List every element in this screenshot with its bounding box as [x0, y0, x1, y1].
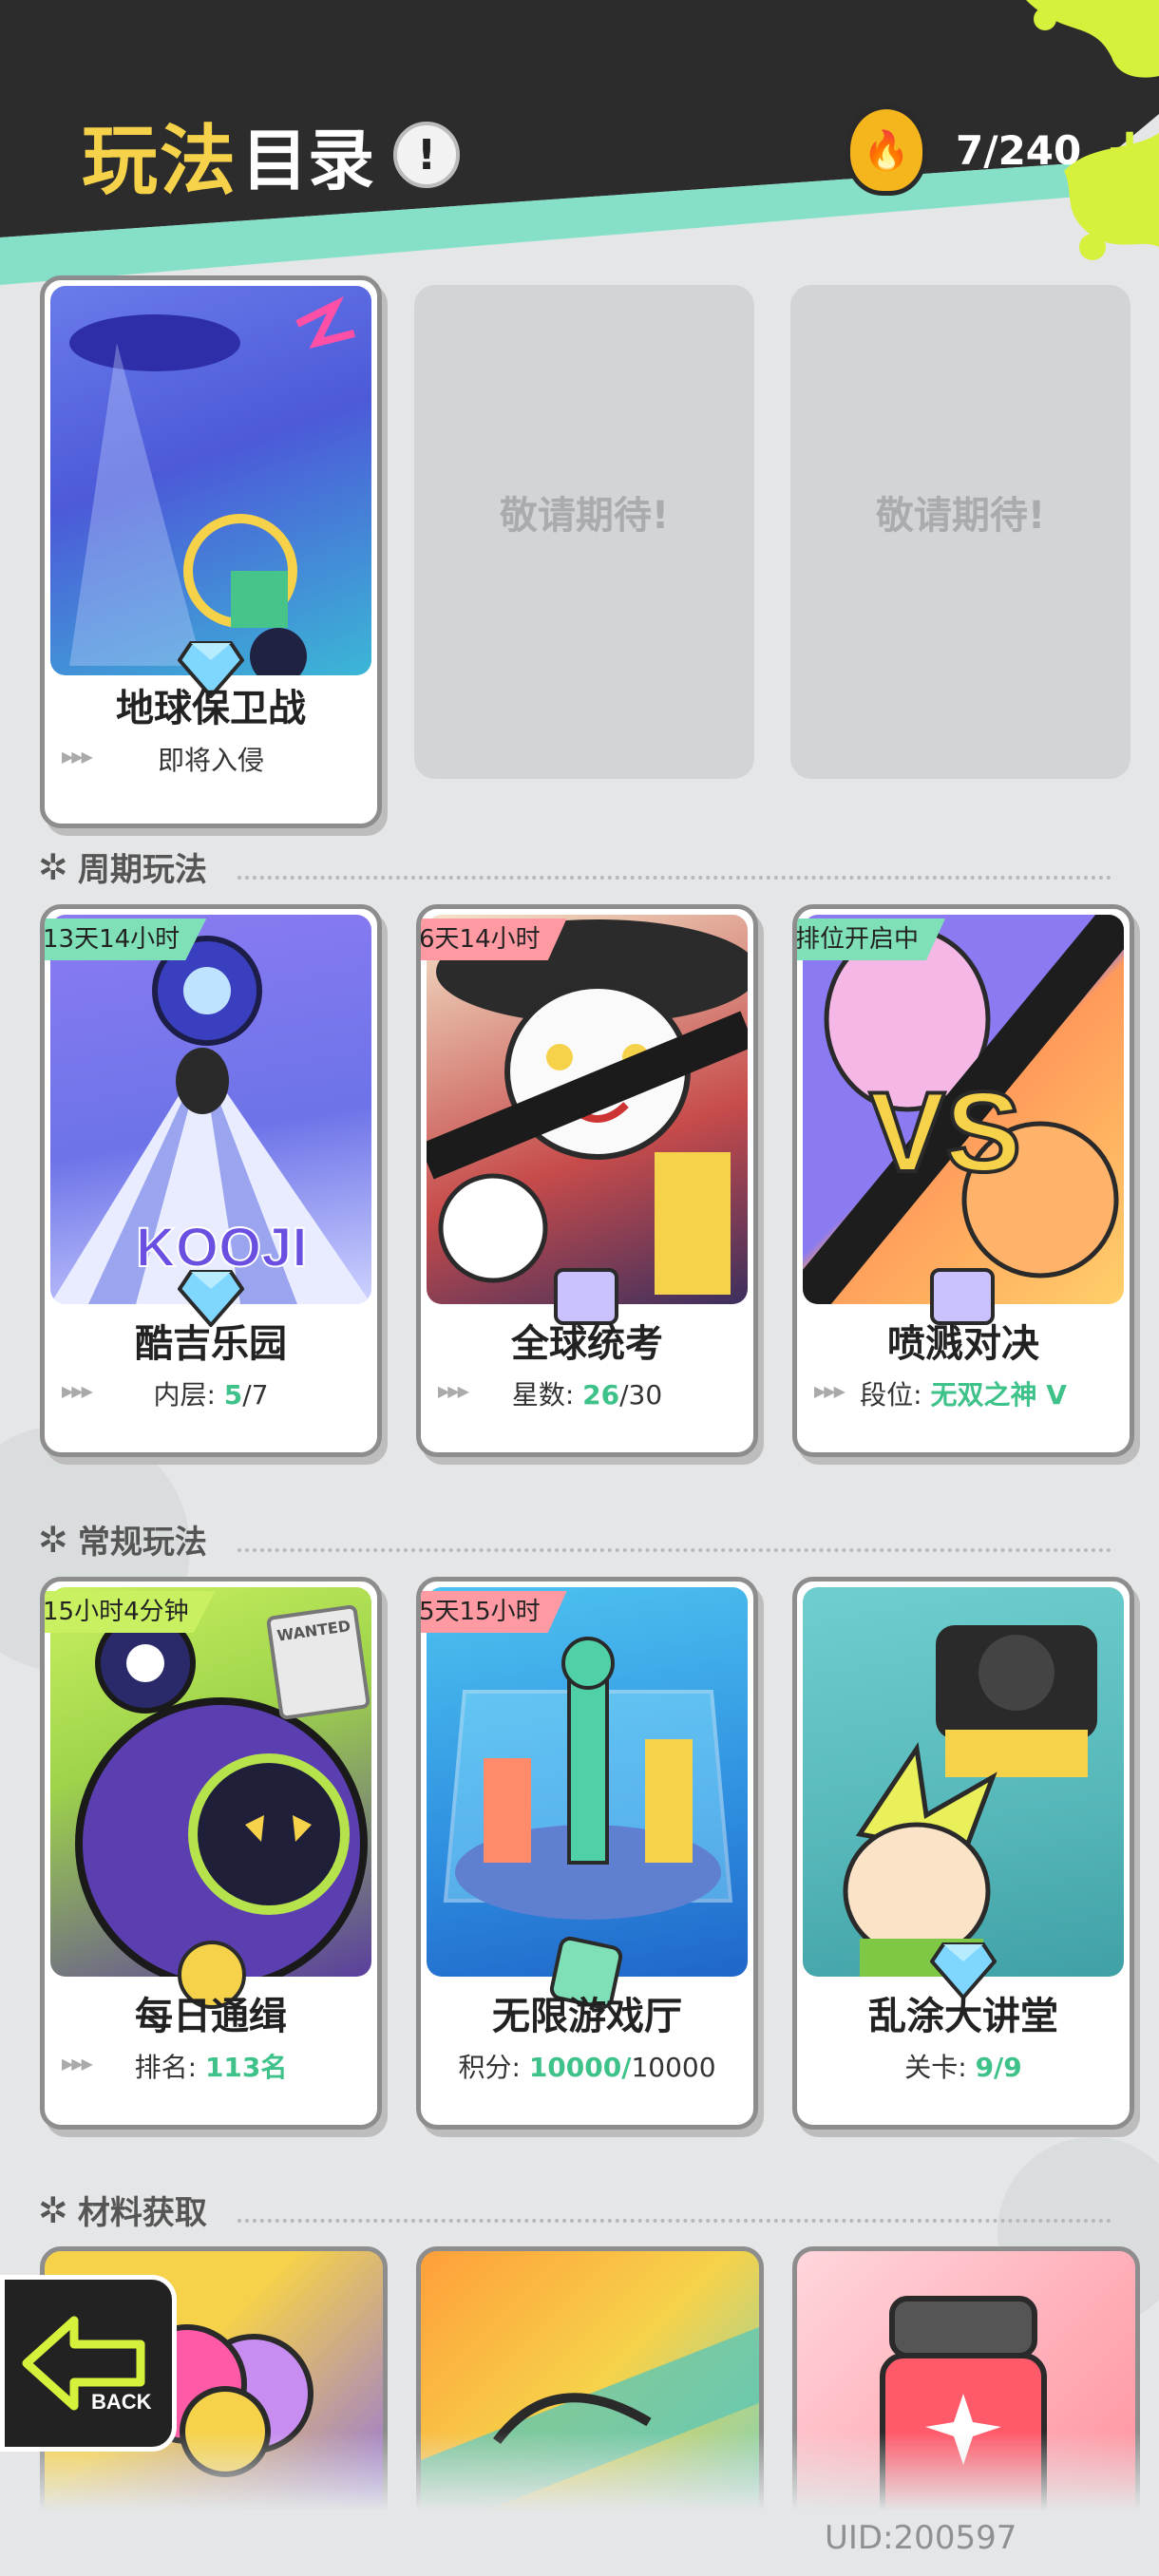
card-art [427, 1587, 748, 1977]
sub-label: 排名: [134, 2052, 198, 2083]
timer-badge: 6天14小时 [421, 919, 567, 960]
card-subtitle: 排名: 113名 [45, 2047, 377, 2085]
sub-label: 段位: [860, 1379, 922, 1411]
card-art: VS [803, 915, 1124, 1304]
section-title: 材料获取 [77, 2194, 207, 2232]
card-daily-wanted[interactable]: 15小时4分钟 WANTED 每日通缉 排名: 113名 ▶▶▶ [40, 1577, 382, 2130]
section-title: 常规玩法 [77, 1524, 207, 1562]
flower-icon: ✲ [38, 845, 68, 888]
flower-icon: ✲ [38, 1518, 68, 1561]
card-global-exam[interactable]: 6天14小时 全球统考 星数: 26/30 ▶▶▶ [416, 904, 758, 1457]
sub-rest: 10000 [631, 2052, 716, 2083]
coming-soon-label: 敬请期待! [875, 494, 1046, 538]
flame-coin-icon: 🔥 [846, 104, 927, 196]
wanted-poster-label: WANTED [276, 1617, 352, 1645]
card-infinite-arcade[interactable]: 5天15小时 无限游戏厅 积分: 10000/10000 [416, 1577, 758, 2130]
back-arrow-icon: BACK [22, 2316, 152, 2414]
card-doodle-lecture[interactable]: 乱涂大讲堂 关卡: 9/9 [792, 1577, 1134, 2130]
vs-art-text: VS [869, 1069, 1021, 1196]
card-art [50, 286, 371, 675]
section-divider [238, 2219, 1112, 2223]
add-currency-button[interactable]: + [1104, 120, 1155, 180]
card-art [803, 1587, 1124, 1977]
card-title: 每日通缉 [135, 1995, 287, 2038]
sub-value: 26 [582, 1379, 620, 1411]
sub-rest: /30 [619, 1379, 663, 1411]
timer-badge: 13天14小时 [45, 919, 207, 960]
status-badge: 排位开启中 [797, 919, 946, 960]
card-title: 酷吉乐园 [135, 1322, 287, 1366]
arrows-decoration: ▶▶▶ [62, 2055, 93, 2073]
section-title: 周期玩法 [77, 851, 207, 889]
arrows-decoration: ▶▶▶ [62, 1382, 93, 1400]
section-header-regular: ✲ 常规玩法 [38, 1516, 207, 1563]
title-part-2: 目录 [241, 121, 374, 199]
sub-value: 无双之神 V [930, 1379, 1067, 1411]
card-title: 地球保卫战 [116, 687, 306, 730]
sub-label: 星数: [511, 1379, 575, 1411]
sub-label: 内层: [153, 1379, 216, 1411]
section-divider [238, 876, 1112, 880]
card-subtitle: 内层: 5/7 [45, 1374, 377, 1412]
sub-label: 积分: [458, 2052, 521, 2083]
exclamation-icon: ! [416, 130, 437, 180]
card-splash-duel[interactable]: VS 排位开启中 喷溅对决 段位: 无双之神 V ▶▶▶ [792, 904, 1134, 1457]
card-subtitle: 段位: 无双之神 V [797, 1374, 1130, 1412]
sub-value: 9/9 [975, 2052, 1022, 2083]
user-id: UID:200597 [825, 2519, 1017, 2557]
coming-soon-card: 敬请期待! [414, 285, 754, 779]
coming-soon-card: 敬请期待! [790, 285, 1130, 779]
card-subtitle: 星数: 26/30 [421, 1374, 753, 1412]
header-bar: 玩法 目录 ! 🔥 7/240 + [0, 0, 1159, 285]
arrows-decoration: ▶▶▶ [814, 1382, 846, 1400]
flower-icon: ✲ [38, 2188, 68, 2231]
card-kooji-park[interactable]: KOOJI 13天14小时 酷吉乐园 内层: 5/7 ▶▶▶ [40, 904, 382, 1457]
section-header-materials: ✲ 材料获取 [38, 2187, 207, 2233]
card-title: 无限游戏厅 [492, 1995, 682, 2038]
section-divider [238, 1548, 1112, 1552]
arrows-decoration: ▶▶▶ [438, 1382, 469, 1400]
card-subtitle: 关卡: 9/9 [797, 2047, 1130, 2085]
wanted-poster-icon: WANTED [265, 1603, 371, 1721]
card-art [427, 915, 748, 1304]
section-header-periodic: ✲ 周期玩法 [38, 843, 207, 890]
card-subtitle: 即将入侵 [157, 745, 264, 776]
sub-value: 113名 [204, 2052, 288, 2083]
title-part-1: 玩法 [82, 117, 238, 205]
sub-rest: /7 [242, 1379, 269, 1411]
info-button[interactable]: ! [393, 122, 460, 188]
timer-badge: 5天15小时 [421, 1591, 567, 1633]
card-art: KOOJI [50, 915, 371, 1304]
back-button[interactable]: BACK [0, 2275, 177, 2452]
page-title: 玩法 目录 ! [82, 100, 460, 210]
card-subtitle: 积分: 10000/10000 [421, 2047, 753, 2085]
card-title: 喷溅对决 [887, 1322, 1039, 1366]
back-label: BACK [91, 2390, 152, 2414]
coming-soon-label: 敬请期待! [499, 494, 670, 538]
currency-value: 7/240 [956, 126, 1082, 174]
timer-badge: 15小时4分钟 [45, 1591, 216, 1633]
currency-display: 🔥 7/240 + [846, 104, 1155, 196]
card-title: 乱涂大讲堂 [868, 1995, 1058, 2038]
sub-label: 关卡: [904, 2052, 967, 2083]
sub-value: 5 [223, 1379, 243, 1411]
card-earth-defense[interactable]: 地球保卫战 即将入侵 ▶▶▶ [40, 275, 382, 836]
arrows-decoration: ▶▶▶ [62, 748, 93, 766]
sub-value: 10000/ [528, 2052, 632, 2083]
card-title: 全球统考 [511, 1322, 663, 1366]
